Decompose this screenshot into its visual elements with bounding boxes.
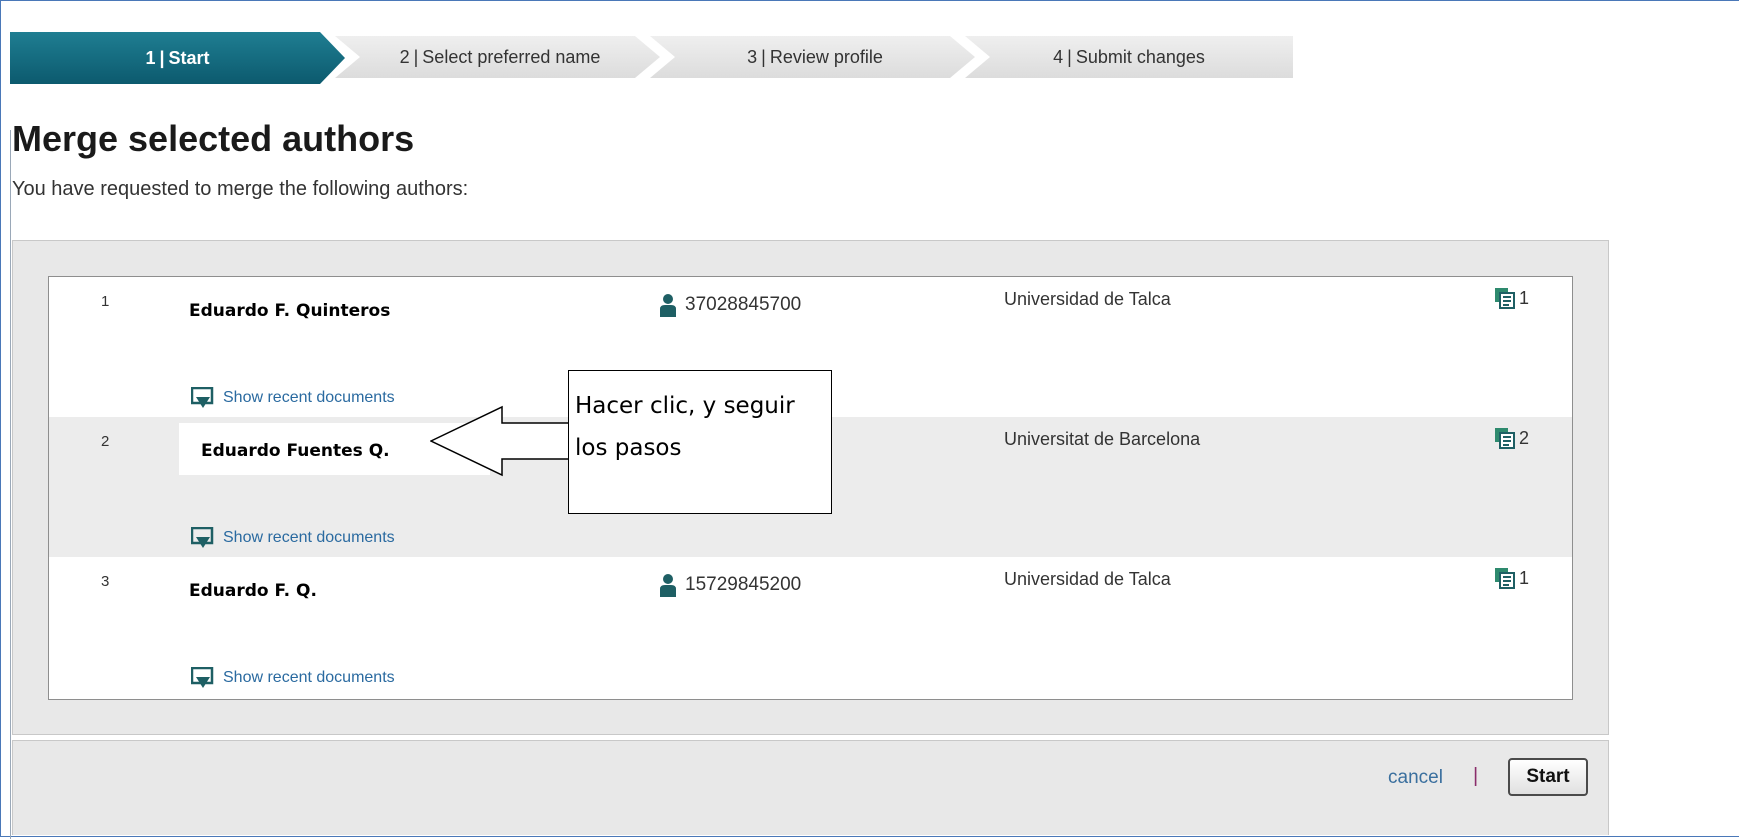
expand-down-icon	[191, 667, 214, 688]
author-name: Eduardo F. Q.	[189, 581, 317, 601]
document-count: 1	[1494, 567, 1529, 589]
step-label: Submit changes	[1075, 46, 1205, 67]
expand-down-icon	[191, 387, 214, 408]
step-label: Select preferred name	[422, 46, 601, 67]
person-icon	[660, 574, 676, 597]
step-start: 1 | Start	[10, 32, 345, 84]
step-number: 4	[1053, 46, 1064, 67]
action-bar	[12, 740, 1609, 835]
show-recent-documents-link[interactable]: Show recent documents	[191, 527, 395, 549]
cancel-link[interactable]: cancel	[1388, 767, 1443, 789]
page-title: Merge selected authors	[12, 118, 415, 159]
step-select-preferred-name: 2 | Select preferred name	[335, 36, 660, 78]
document-stack-icon	[1495, 428, 1515, 449]
progress-stepper: 1 | Start 2 | Select preferred name 3 | Review…	[10, 32, 1293, 84]
document-stack-icon	[1495, 288, 1515, 309]
document-count-value: 2	[1519, 427, 1530, 448]
author-index: 3	[101, 573, 110, 590]
content-edge	[10, 130, 11, 839]
step-label: Review profile	[769, 46, 883, 67]
document-count: 2	[1494, 427, 1529, 449]
author-affiliation: Universidad de Talca	[1004, 569, 1171, 589]
author-index: 2	[101, 433, 110, 450]
step-separator: |	[761, 46, 766, 67]
author-name: Eduardo F. Quinteros	[189, 301, 391, 321]
author-row: 3 Eduardo F. Q. 15729845200 Universidad …	[49, 557, 1572, 697]
step-separator: |	[159, 47, 165, 68]
author-affiliation: Universitat de Barcelona	[1004, 429, 1201, 449]
step-number: 2	[399, 46, 410, 67]
step-separator: |	[1067, 46, 1072, 67]
show-recent-documents-link[interactable]: Show recent documents	[191, 667, 395, 689]
page-subtitle: You have requested to merge the followin…	[12, 178, 469, 200]
action-separator: |	[1473, 765, 1479, 787]
author-id-value: 15729845200	[685, 574, 802, 595]
expand-down-icon	[191, 527, 214, 548]
show-recent-documents-label: Show recent documents	[223, 669, 395, 686]
step-number: 1	[145, 47, 156, 68]
step-submit-changes: 4 | Submit changes	[965, 36, 1293, 78]
step-separator: |	[413, 46, 419, 67]
author-id-value: 37028845700	[685, 294, 802, 315]
show-recent-documents-label: Show recent documents	[223, 389, 395, 406]
document-count: 1	[1494, 287, 1529, 309]
document-stack-icon	[1495, 568, 1515, 589]
person-icon	[660, 294, 676, 317]
instruction-callout: Hacer clic, y seguir los pasos	[568, 370, 832, 514]
author-index: 1	[101, 293, 110, 310]
callout-line: Hacer clic, y seguir	[575, 393, 795, 419]
step-label: Start	[168, 47, 210, 68]
callout-line: los pasos	[575, 435, 682, 461]
show-recent-documents-link[interactable]: Show recent documents	[191, 387, 395, 409]
author-affiliation: Universidad de Talca	[1004, 289, 1171, 309]
author-id: 37028845700	[659, 293, 801, 317]
show-recent-documents-label: Show recent documents	[223, 529, 395, 546]
start-button[interactable]: Start	[1508, 758, 1588, 796]
callout-arrow-icon	[430, 405, 570, 477]
document-count-value: 1	[1519, 287, 1530, 308]
step-number: 3	[747, 46, 758, 67]
document-count-value: 1	[1519, 567, 1530, 588]
step-review-profile: 3 | Review profile	[650, 36, 975, 78]
author-id: 15729845200	[659, 573, 801, 597]
